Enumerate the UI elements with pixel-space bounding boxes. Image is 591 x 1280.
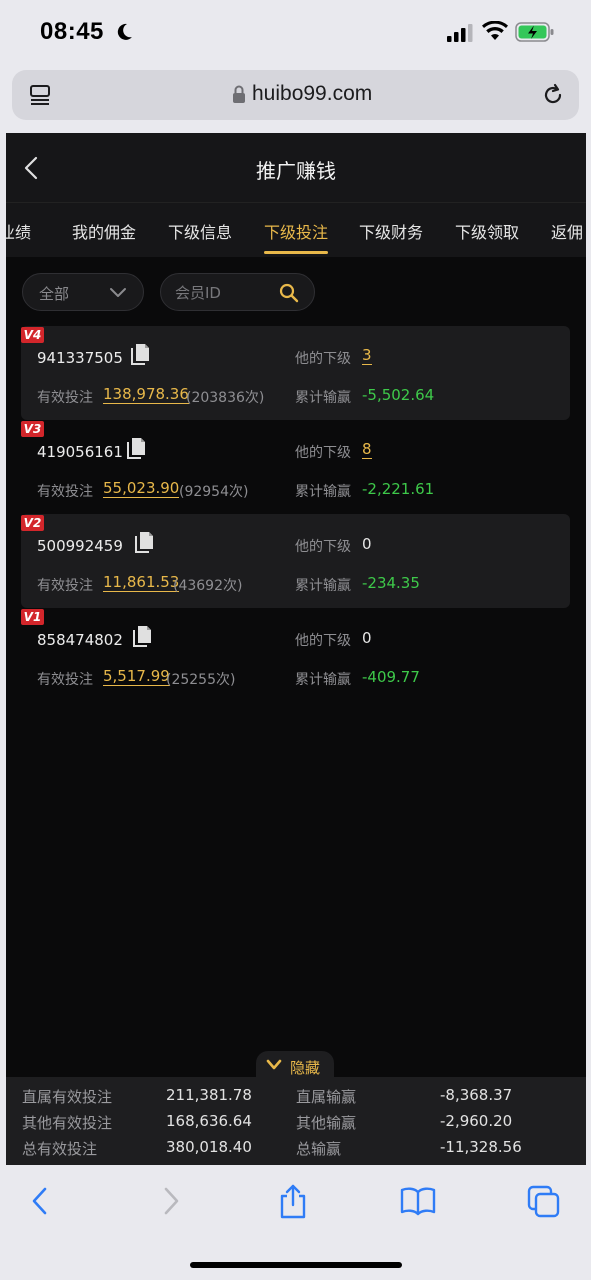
chevron-down-icon bbox=[266, 1059, 282, 1070]
win-loss-label: 累计输赢 bbox=[295, 390, 351, 406]
member-id: 500992459 bbox=[37, 537, 123, 555]
total-win-loss-value: -11,328.56 bbox=[440, 1138, 522, 1156]
level-filter-value: 全部 bbox=[39, 285, 70, 303]
total-valid-bet-label: 总有效投注 bbox=[22, 1140, 98, 1158]
win-loss-label: 累计输赢 bbox=[295, 484, 351, 500]
tab-performance[interactable]: 业绩 bbox=[6, 219, 31, 243]
battery-icon bbox=[515, 22, 554, 42]
tab-subordinate-claims[interactable]: 下级领取 bbox=[455, 219, 519, 243]
bet-count: (203836次) bbox=[186, 390, 265, 406]
browser-address-bar[interactable]: huibo99.com bbox=[12, 70, 579, 120]
member-card: V1 858474802 他的下级 0 有效投注 5,517.99 (25255… bbox=[21, 608, 570, 702]
valid-bet-link[interactable]: 138,978.36 bbox=[103, 386, 189, 404]
subordinates-count: 0 bbox=[362, 535, 372, 553]
valid-bet-link[interactable]: 5,517.99 bbox=[103, 668, 170, 686]
member-list: V4 941337505 他的下级 3 有效投注 138,978.36 (203… bbox=[21, 326, 570, 702]
status-bar: 08:45 bbox=[0, 0, 591, 66]
subordinates-label: 他的下级 bbox=[295, 445, 351, 461]
direct-win-loss-label: 直属输赢 bbox=[296, 1088, 357, 1106]
win-loss-label: 累计输赢 bbox=[295, 578, 351, 594]
active-tab-indicator bbox=[264, 251, 328, 254]
chevron-down-icon bbox=[110, 288, 126, 297]
member-card: V4 941337505 他的下级 3 有效投注 138,978.36 (203… bbox=[21, 326, 570, 420]
tab-subordinate-finance[interactable]: 下级财务 bbox=[359, 219, 423, 243]
hide-toggle-label: 隐藏 bbox=[290, 1059, 321, 1077]
browser-back-icon[interactable] bbox=[25, 1185, 57, 1217]
member-id: 858474802 bbox=[37, 631, 123, 649]
home-indicator bbox=[190, 1262, 402, 1268]
win-loss-value: -234.35 bbox=[362, 574, 420, 592]
subordinates-count-link[interactable]: 8 bbox=[362, 441, 372, 459]
win-loss-value: -2,221.61 bbox=[362, 480, 435, 498]
direct-win-loss-value: -8,368.37 bbox=[440, 1086, 513, 1104]
subordinates-count: 0 bbox=[362, 629, 372, 647]
level-badge: V1 bbox=[21, 609, 44, 625]
bet-count: (25255次) bbox=[166, 672, 236, 688]
subordinates-count-link[interactable]: 3 bbox=[362, 347, 372, 365]
valid-bet-label: 有效投注 bbox=[37, 484, 93, 500]
web-content: 推广赚钱 业绩 我的佣金 下级信息 下级投注 下级财务 下级领取 返佣 全部 V… bbox=[6, 133, 586, 1165]
page-header: 推广赚钱 bbox=[6, 133, 586, 203]
other-win-loss-label: 其他输赢 bbox=[296, 1114, 357, 1132]
tab-subordinate-info[interactable]: 下级信息 bbox=[168, 219, 232, 243]
direct-valid-bet-label: 直属有效投注 bbox=[22, 1088, 113, 1106]
total-valid-bet-value: 380,018.40 bbox=[166, 1138, 252, 1156]
other-valid-bet-label: 其他有效投注 bbox=[22, 1114, 113, 1132]
copy-icon[interactable] bbox=[131, 625, 153, 649]
win-loss-label: 累计输赢 bbox=[295, 672, 351, 688]
tab-bar: 业绩 我的佣金 下级信息 下级投注 下级财务 下级领取 返佣 bbox=[6, 203, 586, 257]
subordinates-label: 他的下级 bbox=[295, 539, 351, 555]
member-card: V2 500992459 他的下级 0 有效投注 11,861.53 (4369… bbox=[21, 514, 570, 608]
tab-subordinate-bets[interactable]: 下级投注 bbox=[264, 219, 328, 243]
member-id-search-input[interactable] bbox=[175, 281, 275, 305]
browser-toolbar bbox=[0, 1165, 591, 1280]
valid-bet-label: 有效投注 bbox=[37, 578, 93, 594]
level-badge: V4 bbox=[21, 327, 44, 343]
member-id: 419056161 bbox=[37, 443, 123, 461]
level-badge: V2 bbox=[21, 515, 44, 531]
copy-icon[interactable] bbox=[125, 437, 147, 461]
status-time: 08:45 bbox=[40, 18, 104, 45]
tabs-icon[interactable] bbox=[527, 1185, 561, 1219]
bet-count: (43692次) bbox=[173, 578, 243, 594]
member-card: V3 419056161 他的下级 8 有效投注 55,023.90 (9295… bbox=[21, 420, 570, 514]
url-text[interactable]: huibo99.com bbox=[252, 82, 372, 106]
valid-bet-link[interactable]: 11,861.53 bbox=[103, 574, 180, 592]
win-loss-value: -409.77 bbox=[362, 668, 420, 686]
lock-icon bbox=[233, 85, 245, 103]
member-id: 941337505 bbox=[37, 349, 123, 367]
level-filter-select[interactable]: 全部 bbox=[22, 273, 144, 311]
other-valid-bet-value: 168,636.64 bbox=[166, 1112, 252, 1130]
moon-icon bbox=[117, 23, 132, 40]
copy-icon[interactable] bbox=[133, 531, 155, 555]
page-title: 推广赚钱 bbox=[256, 159, 336, 183]
subordinates-label: 他的下级 bbox=[295, 633, 351, 649]
valid-bet-label: 有效投注 bbox=[37, 390, 93, 406]
bet-count: (92954次) bbox=[179, 484, 249, 500]
tab-rebate[interactable]: 返佣 bbox=[551, 219, 583, 243]
tab-my-commission[interactable]: 我的佣金 bbox=[72, 219, 136, 243]
other-win-loss-value: -2,960.20 bbox=[440, 1112, 513, 1130]
copy-icon[interactable] bbox=[129, 343, 151, 367]
summary-panel: 直属有效投注 211,381.78 直属输赢 -8,368.37 其他有效投注 … bbox=[6, 1077, 586, 1165]
tab-icon[interactable] bbox=[28, 83, 52, 107]
subordinates-label: 他的下级 bbox=[295, 351, 351, 367]
bookmarks-icon[interactable] bbox=[399, 1185, 437, 1217]
signal-icon bbox=[447, 24, 473, 42]
member-search-box bbox=[160, 273, 315, 311]
win-loss-value: -5,502.64 bbox=[362, 386, 435, 404]
total-win-loss-label: 总输赢 bbox=[296, 1140, 342, 1158]
valid-bet-link[interactable]: 55,023.90 bbox=[103, 480, 180, 498]
browser-forward-icon[interactable] bbox=[154, 1185, 186, 1217]
reload-icon[interactable] bbox=[540, 82, 566, 108]
level-badge: V3 bbox=[21, 421, 44, 437]
search-icon[interactable] bbox=[279, 283, 299, 303]
valid-bet-label: 有效投注 bbox=[37, 672, 93, 688]
share-icon[interactable] bbox=[277, 1183, 309, 1219]
direct-valid-bet-value: 211,381.78 bbox=[166, 1086, 252, 1104]
wifi-icon bbox=[482, 21, 508, 40]
